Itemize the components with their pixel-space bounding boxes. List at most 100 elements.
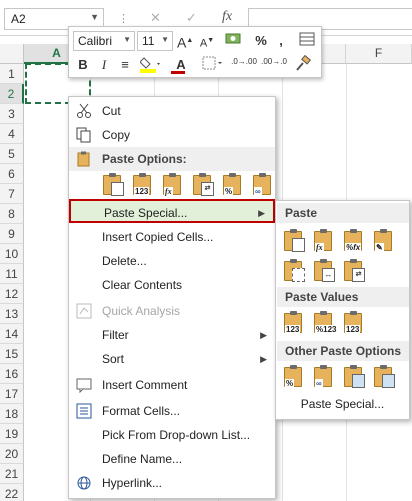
row-header[interactable]: 6 <box>0 164 24 184</box>
row-header[interactable]: 1 <box>0 64 24 84</box>
format-painter-table-button[interactable] <box>297 31 317 51</box>
menu-item-delete[interactable]: Delete... <box>69 249 275 273</box>
paste-values-number-formatting-icon[interactable]: %123 <box>312 311 338 335</box>
submenu-arrow-icon: ▶ <box>260 354 267 364</box>
paste-link-icon[interactable]: ∞ <box>251 173 275 197</box>
menu-item-format-cells[interactable]: Format Cells... <box>69 399 275 423</box>
cancel-icon[interactable]: ✕ <box>150 10 161 26</box>
paste-formulas-icon[interactable]: fx <box>312 229 336 253</box>
formula-bar-grip-icon: ⋮ <box>118 13 129 25</box>
row-header[interactable]: 11 <box>0 264 24 284</box>
menu-item-hyperlink[interactable]: Hyperlink... <box>69 471 275 495</box>
paste-badge: %123 <box>315 325 338 334</box>
fill-color-button[interactable] <box>139 55 163 75</box>
menu-item-copy[interactable]: Copy <box>69 123 275 147</box>
row-header[interactable]: 15 <box>0 344 24 364</box>
font-name-select[interactable]: Calibri ▼ <box>73 31 135 51</box>
paste-values-icon[interactable]: 123 <box>131 173 155 197</box>
chevron-down-icon[interactable]: ▼ <box>161 35 169 44</box>
decrease-decimal-button[interactable]: .00→.0 <box>261 57 287 77</box>
link-icon: ∞ <box>315 379 323 388</box>
paste-formulas-icon[interactable]: fx <box>161 173 185 197</box>
borders-button[interactable] <box>201 55 225 75</box>
paste-link-icon[interactable]: ∞ <box>312 365 336 389</box>
menu-item-label: Delete... <box>102 254 147 268</box>
bold-button[interactable]: B <box>75 55 91 75</box>
paste-linked-picture-icon[interactable] <box>372 365 396 389</box>
row-label: 8 <box>8 207 15 221</box>
menu-item-insert-copied-cells[interactable]: Insert Copied Cells... <box>69 225 275 249</box>
row-header[interactable]: 18 <box>0 404 24 424</box>
grow-font-button[interactable]: A▲ <box>177 31 193 51</box>
paste-formatting-icon[interactable]: % <box>221 173 245 197</box>
paste-values-icon[interactable]: 123 <box>282 311 306 335</box>
row-header[interactable]: 12 <box>0 284 24 304</box>
menu-item-define-name[interactable]: Define Name... <box>69 447 275 471</box>
row-header[interactable]: 16 <box>0 364 24 384</box>
picture-icon <box>352 374 365 388</box>
row-header[interactable]: 14 <box>0 324 24 344</box>
row-label: 15 <box>4 347 19 361</box>
percent-button[interactable]: % <box>253 31 269 51</box>
row-header[interactable]: 10 <box>0 244 24 264</box>
row-label: 9 <box>8 227 15 241</box>
chevron-down-icon[interactable]: ▼ <box>123 35 131 44</box>
font-color-button[interactable]: A <box>169 55 193 75</box>
row-header[interactable]: 9 <box>0 224 24 244</box>
center-align-button[interactable]: ≡ <box>117 55 133 75</box>
enter-icon[interactable]: ✓ <box>186 10 197 26</box>
row-header[interactable]: 22 <box>0 484 24 501</box>
quick-analysis-icon <box>76 303 92 319</box>
currency-format-button[interactable] <box>221 31 247 51</box>
menu-item-cut[interactable]: Cut <box>69 99 275 123</box>
row-header[interactable]: 4 <box>0 124 24 144</box>
chevron-down-icon[interactable]: ▼ <box>90 12 99 22</box>
submenu-paste-special-link[interactable]: Paste Special... <box>276 397 409 411</box>
row-label: 13 <box>4 307 19 321</box>
menu-item-sort[interactable]: Sort ▶ <box>69 347 275 371</box>
menu-item-filter[interactable]: Filter ▶ <box>69 323 275 347</box>
menu-item-pick-from-list[interactable]: Pick From Drop-down List... <box>69 423 275 447</box>
menu-section-label: Paste Options: <box>102 152 187 166</box>
comma-style-button[interactable]: , <box>275 31 287 51</box>
italic-button[interactable]: I <box>97 55 111 75</box>
menu-item-paste-special[interactable]: Paste Special... ▶ <box>69 199 275 223</box>
row-header[interactable]: 21 <box>0 464 24 484</box>
paste-formulas-number-formatting-icon[interactable]: %fx <box>342 229 366 253</box>
paste-transpose-icon[interactable]: ⇄ <box>342 259 366 283</box>
column-header[interactable]: F <box>346 44 412 64</box>
row-header[interactable]: 3 <box>0 104 24 124</box>
menu-item-label: Sort <box>102 352 125 366</box>
shrink-font-button[interactable]: A▼ <box>199 31 215 51</box>
paste-keep-source-formatting-icon[interactable]: ✎ <box>372 229 396 253</box>
row-header[interactable]: 19 <box>0 424 24 444</box>
row-header[interactable]: 2 <box>0 84 24 104</box>
row-header[interactable]: 8 <box>0 204 24 224</box>
context-menu: Cut Copy Paste Options: 123 fx ⇄ % ∞ Pas… <box>68 96 276 499</box>
increase-decimal-button[interactable]: .0→.00 <box>231 57 257 77</box>
paste-values-source-formatting-icon[interactable]: 123 <box>342 311 366 335</box>
row-label: 4 <box>8 127 15 141</box>
paste-icon[interactable] <box>282 229 306 253</box>
menu-item-clear-contents[interactable]: Clear Contents <box>69 273 275 297</box>
row-header[interactable]: 5 <box>0 144 24 164</box>
row-header[interactable]: 7 <box>0 184 24 204</box>
select-all-corner[interactable] <box>0 44 24 64</box>
linked-picture-icon <box>382 374 395 388</box>
menu-item-quick-analysis: Quick Analysis <box>69 299 275 323</box>
row-label: 20 <box>4 447 19 461</box>
paste-transpose-icon[interactable]: ⇄ <box>191 173 215 197</box>
row-header[interactable]: 13 <box>0 304 24 324</box>
row-header[interactable]: 20 <box>0 444 24 464</box>
paste-formatting-icon[interactable]: % <box>282 365 306 389</box>
insert-function-button[interactable]: fx <box>222 9 232 25</box>
paste-no-borders-icon[interactable] <box>282 259 306 283</box>
paste-column-widths-icon[interactable]: ↔ <box>312 259 336 283</box>
font-size-select[interactable]: 11 ▼ <box>137 31 173 51</box>
row-header[interactable]: 17 <box>0 384 24 404</box>
menu-item-insert-comment[interactable]: Insert Comment <box>69 373 275 397</box>
format-cells-icon <box>76 403 92 419</box>
paste-picture-icon[interactable] <box>342 365 366 389</box>
format-painter-button[interactable] <box>293 54 313 75</box>
paste-icon[interactable] <box>101 173 125 197</box>
